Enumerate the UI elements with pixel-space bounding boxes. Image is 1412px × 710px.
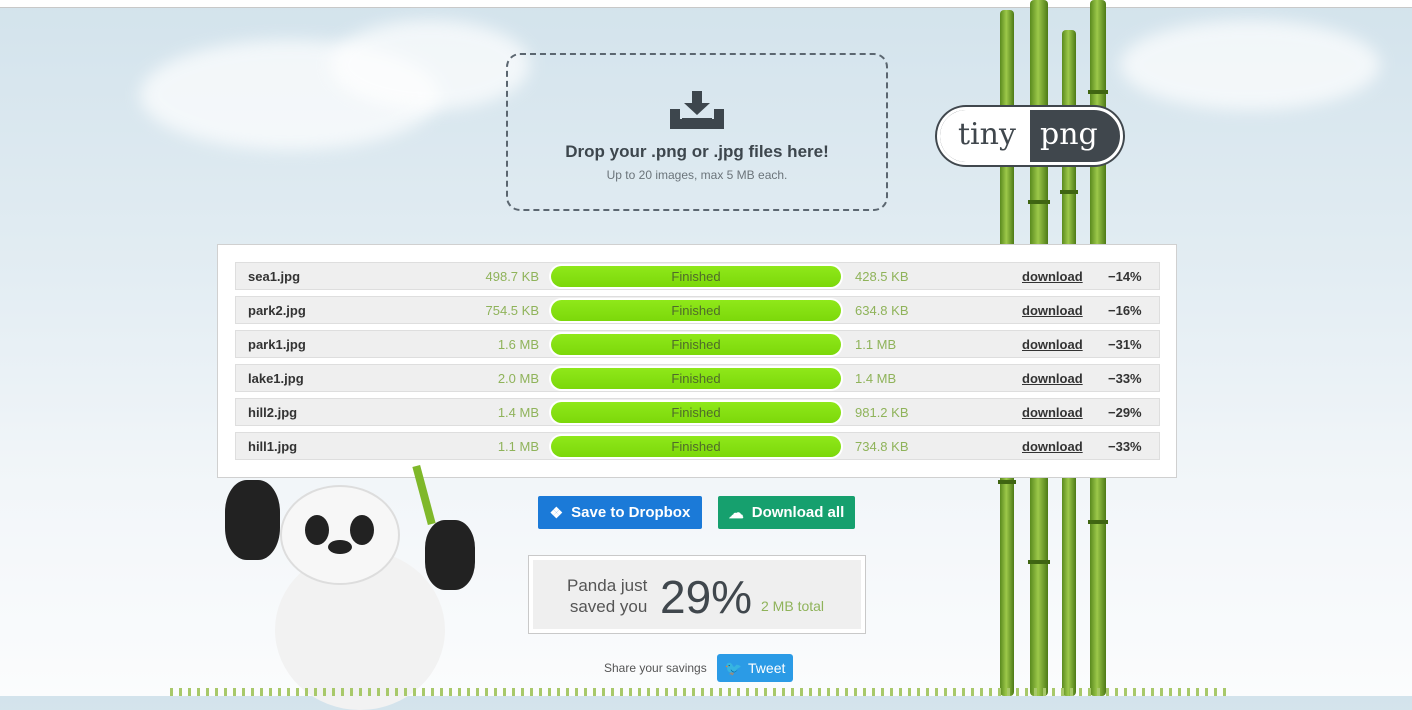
download-link[interactable]: download [1022,371,1083,386]
file-name: lake1.jpg [248,371,304,386]
saving-percent: −16% [1108,303,1142,318]
download-link[interactable]: download [1022,303,1083,318]
compressed-size: 1.1 MB [855,337,897,352]
file-name: park1.jpg [248,337,306,352]
download-all-label: Download all [751,504,845,521]
savings-percent: 29% [660,571,753,623]
original-size: 1.6 MB [497,337,539,352]
original-size: 1.4 MB [497,405,539,420]
file-name: park2.jpg [248,303,306,318]
share-label: Share your savings [604,661,707,675]
cloud-download-icon: ☁ [728,504,744,522]
file-row: hill2.jpg 1.4 MB Finished 981.2 KB downl… [235,398,1160,426]
file-name: sea1.jpg [248,269,301,284]
progress-fill: Finished [551,300,841,321]
download-tray-icon [670,91,724,129]
savings-line2: saved you [569,597,648,616]
logo-png: png [1040,117,1098,152]
original-size: 1.1 MB [497,439,539,454]
browser-top-edge [0,0,1412,8]
saving-percent: −29% [1108,405,1142,420]
progress-bar: Finished [549,366,843,391]
original-size: 498.7 KB [485,269,540,284]
twitter-bird-icon: 🐦 [724,659,743,676]
file-drop-zone[interactable]: Drop your .png or .jpg files here! Up to… [506,53,888,211]
tweet-button[interactable]: 🐦 Tweet [717,654,793,682]
download-all-button[interactable]: ☁ Download all [718,496,855,529]
dropbox-label: Save to Dropbox [571,504,691,521]
file-row: lake1.jpg 2.0 MB Finished 1.4 MB downloa… [235,364,1160,392]
compressed-size: 734.8 KB [855,439,909,454]
progress-fill: Finished [551,334,841,355]
file-row: sea1.jpg 498.7 KB Finished 428.5 KB down… [235,262,1160,290]
grass-decoration [170,688,1230,696]
file-results-table: sea1.jpg 498.7 KB Finished 428.5 KB down… [217,244,1177,478]
progress-fill: Finished [551,368,841,389]
download-link[interactable]: download [1022,337,1083,352]
file-row: hill1.jpg 1.1 MB Finished 734.8 KB downl… [235,432,1160,460]
progress-fill: Finished [551,436,841,457]
progress-fill: Finished [551,402,841,423]
saving-percent: −14% [1108,269,1142,284]
panda-mascot [225,464,475,710]
save-to-dropbox-button[interactable]: ❖ Save to Dropbox [538,496,702,529]
file-row: park2.jpg 754.5 KB Finished 634.8 KB dow… [235,296,1160,324]
logo-tiny: tiny [940,110,1030,162]
file-name: hill2.jpg [248,405,298,420]
compressed-size: 1.4 MB [855,371,897,386]
original-size: 2.0 MB [497,371,539,386]
savings-total: 2 MB total [761,598,825,614]
compressed-size: 981.2 KB [855,405,909,420]
dropbox-icon: ❖ [549,504,564,522]
savings-line1: Panda just [567,576,648,595]
progress-bar: Finished [549,434,843,459]
file-name: hill1.jpg [248,439,298,454]
progress-bar: Finished [549,264,843,289]
saving-percent: −33% [1108,439,1142,454]
compressed-size: 634.8 KB [855,303,909,318]
download-link[interactable]: download [1022,405,1083,420]
saving-percent: −33% [1108,371,1142,386]
cloud [330,20,530,110]
tinypng-logo[interactable]: tiny png [937,107,1123,165]
tweet-label: Tweet [748,660,786,676]
file-row: park1.jpg 1.6 MB Finished 1.1 MB downloa… [235,330,1160,358]
drop-subtitle: Up to 20 images, max 5 MB each. [606,168,788,182]
download-link[interactable]: download [1022,269,1083,284]
progress-bar: Finished [549,298,843,323]
progress-bar: Finished [549,400,843,425]
download-link[interactable]: download [1022,439,1083,454]
progress-bar: Finished [549,332,843,357]
drop-title: Drop your .png or .jpg files here! [565,142,829,161]
original-size: 754.5 KB [485,303,540,318]
saving-percent: −31% [1108,337,1142,352]
compressed-size: 428.5 KB [855,269,909,284]
cloud [1120,20,1380,110]
progress-fill: Finished [551,266,841,287]
savings-summary: Panda just saved you 29% 2 MB total [528,555,866,634]
